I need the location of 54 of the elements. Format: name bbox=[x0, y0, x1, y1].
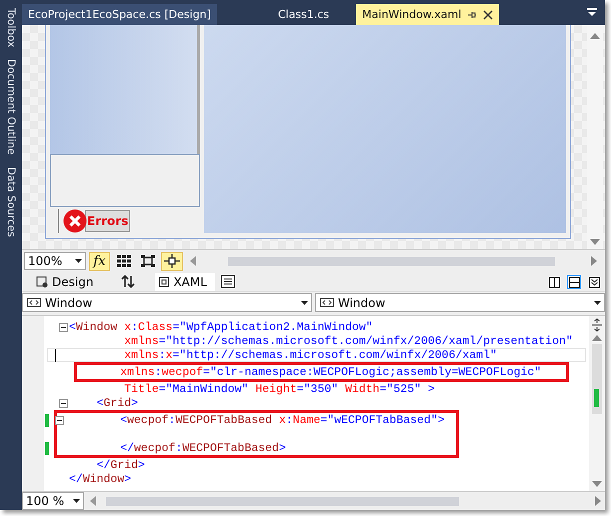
dropdown-arrow-icon bbox=[75, 259, 82, 264]
collapse-pane-button[interactable] bbox=[587, 275, 601, 290]
vertical-split-button[interactable] bbox=[547, 275, 561, 290]
scroll-down-icon[interactable] bbox=[592, 481, 602, 487]
error-icon bbox=[63, 209, 87, 234]
code-line: <Window x:Class="WpfApplication2.MainWindow" bbox=[69, 320, 373, 334]
view-tab[interactable]: Design bbox=[32, 273, 102, 292]
side-panel-tab[interactable]: Data Sources bbox=[5, 167, 17, 238]
vertical-scrollbar[interactable] bbox=[587, 25, 603, 250]
collapse-icon[interactable] bbox=[58, 398, 68, 408]
code-line: <wecpof:WECPOFTabBased x:Name="wECPOFTabBased"> bbox=[119, 414, 445, 426]
dropdown-arrow-icon bbox=[301, 300, 308, 305]
snaplines-button[interactable] bbox=[161, 252, 183, 271]
side-panel-tab[interactable]: Toolbox bbox=[5, 8, 17, 48]
design-view-icon bbox=[36, 276, 48, 288]
xaml-view-icon bbox=[159, 277, 170, 288]
document-tab[interactable]: MainWindow.xaml bbox=[356, 4, 500, 26]
collapse-icon[interactable] bbox=[54, 416, 64, 424]
type-dropdown[interactable]: Window bbox=[22, 293, 312, 312]
member-dropdown[interactable]: Window bbox=[315, 293, 605, 312]
errors-button[interactable]: Errors bbox=[85, 210, 130, 232]
close-icon[interactable] bbox=[483, 10, 494, 20]
pin-icon[interactable] bbox=[467, 10, 478, 20]
zoom-dropdown[interactable]: 100% bbox=[24, 252, 86, 270]
code-line: </wecpof:WECPOFTabBased> bbox=[119, 442, 286, 454]
dropdown-arrow-icon bbox=[594, 300, 601, 305]
formula-button[interactable]: fx bbox=[89, 252, 110, 271]
element-icon bbox=[320, 298, 334, 308]
code-line: xmlns:wecpof="clr-namespace:WECPOFLogic;assembly=WECPOFLogic" bbox=[119, 366, 542, 378]
code-line: xmlns="http://schemas.microsoft.com/winfx/2006/xaml/presentation" bbox=[123, 334, 573, 348]
scroll-down-icon[interactable] bbox=[590, 239, 600, 246]
change-marker bbox=[594, 389, 599, 407]
scroll-right-icon[interactable] bbox=[595, 496, 601, 506]
view-tab[interactable]: XAML bbox=[155, 273, 215, 292]
scroll-right-icon[interactable] bbox=[591, 256, 597, 266]
dropdown-arrow-icon bbox=[73, 499, 80, 503]
dropdown-icon[interactable] bbox=[587, 8, 597, 18]
vertical-scrollbar[interactable] bbox=[589, 316, 605, 491]
scroll-up-icon[interactable] bbox=[592, 335, 602, 341]
element-icon bbox=[27, 298, 41, 308]
code-line: Title="MainWindow" Height="350" Width="525" > bbox=[123, 382, 435, 396]
document-tab[interactable]: EcoProject1EcoSpace.cs [Design] bbox=[22, 4, 217, 26]
collapse-icon[interactable] bbox=[58, 322, 68, 332]
code-line: </Window> bbox=[69, 472, 132, 486]
list-icon[interactable] bbox=[220, 275, 235, 288]
code-line: xmlns:x="http://schemas.microsoft.com/winfx/2006/xaml" bbox=[123, 348, 497, 362]
code-line: </Grid> bbox=[96, 458, 145, 472]
code-line: <Grid> bbox=[96, 396, 138, 410]
zoom-dropdown[interactable]: 100 % bbox=[22, 492, 84, 510]
swap-icon[interactable] bbox=[121, 275, 136, 288]
scroll-up-icon[interactable] bbox=[590, 33, 600, 40]
split-handle-icon[interactable] bbox=[591, 318, 603, 332]
horizontal-split-button[interactable] bbox=[567, 275, 581, 290]
side-panel-tab[interactable]: Document Outline bbox=[5, 59, 17, 156]
